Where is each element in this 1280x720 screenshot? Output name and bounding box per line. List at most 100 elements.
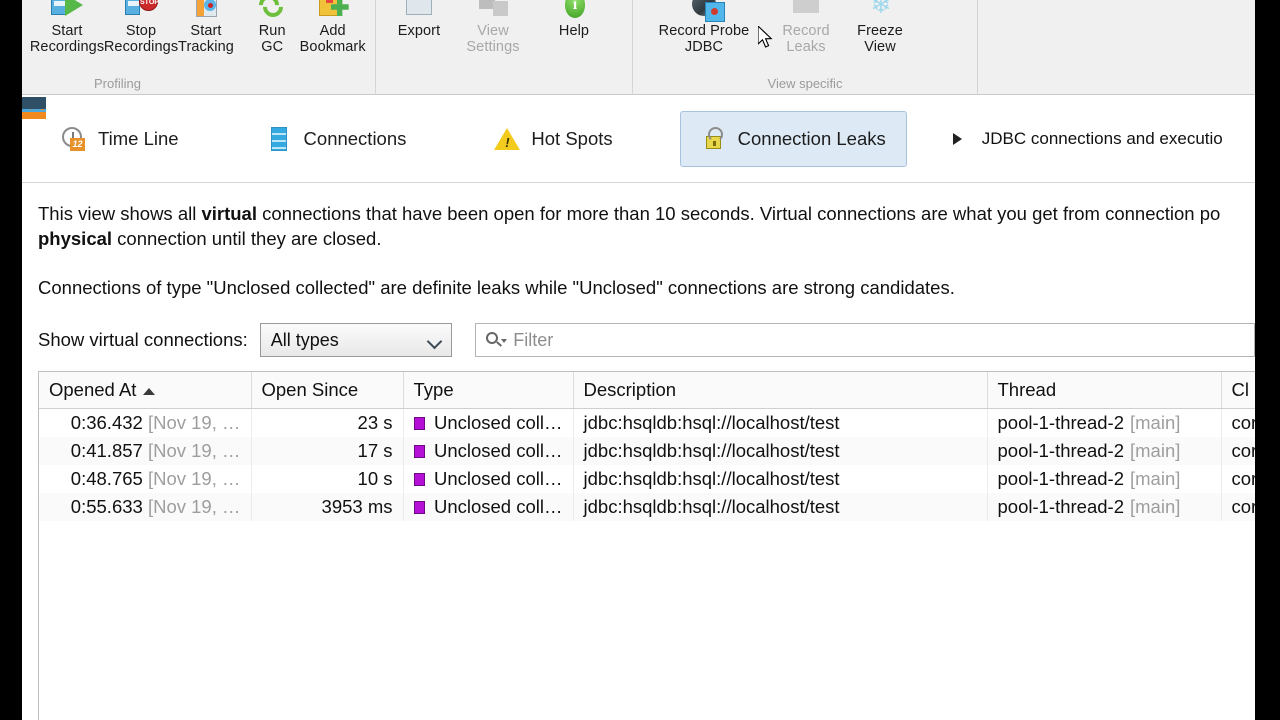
start-recordings-label: Start Recordings [29,23,105,55]
tab-time-line[interactable]: 12 Time Line [40,111,200,167]
view-settings-button[interactable]: View Settings [456,0,530,72]
search-icon [486,331,508,349]
timeline-icon: 12 [61,126,87,152]
column-header-opened-at-label: Opened At [49,379,137,400]
table-row[interactable]: 0:48.765 [Nov 19, … 10 s Unclosed coll… jdb… [39,465,1255,493]
description-line-3: Connections of type "Unclosed collected"… [38,277,955,298]
filter-bar: Show virtual connections: All types Filt… [22,323,1255,357]
desc-1c: connections that have been open for more… [257,203,1221,224]
record-probe-icon [688,0,725,22]
freeze-view-button[interactable]: ❄ Freeze View [843,0,917,72]
cell-thread: pool-1-thread-2 [main] [987,465,1222,493]
ribbon-group-general: Export ViewSettings Help [376,0,633,95]
freeze-view-label: Freeze View [857,23,903,55]
ribbon-group-view-specific: Record Probe JDBC Record Leaks ❄ Freeze Vie… [633,0,978,95]
freeze-view-icon: ❄ [870,0,892,19]
column-header-class-name[interactable]: Cl [1221,372,1255,409]
type-color-swatch [413,472,425,486]
record-leaks-label: Record Leaks [782,23,830,55]
column-header-opened-at[interactable]: Opened At [39,372,252,409]
description-line-2: physical connection until they are close… [38,226,1255,251]
probe-dropdown-arrow-icon[interactable] [952,132,962,145]
start-tracking-icon [190,0,222,22]
cell-thread: pool-1-thread-2 [main] [987,493,1222,521]
table-body: 0:36.432 [Nov 19, … 23 s Unclosed coll… jdb… [39,408,1255,521]
ribbon-group-view-specific-label: View specific [767,76,843,91]
view-tab-bar: 12 Time Line Connections Hot Spots Conne… [22,95,1255,183]
type-color-swatch [413,500,425,514]
view-settings-label: View Settings [466,23,520,55]
table-header-row: Opened At Open Since Type Description Th… [39,372,1255,409]
connection-leaks-icon [701,126,727,152]
start-recordings-icon [51,0,83,22]
column-header-description[interactable]: Description [573,372,988,409]
desc-2b: connection until they are closed. [112,228,382,249]
probe-description: JDBC connections and executio [981,128,1223,148]
cell-opened-at: 0:55.633 [Nov 19, … [39,493,252,521]
record-leaks-button[interactable]: Record Leaks [769,0,843,72]
cell-open-since: 10 s [251,465,404,493]
table-row[interactable]: 0:36.432 [Nov 19, … 23 s Unclosed coll… jdb… [39,408,1255,437]
record-probe-jdbc-button[interactable]: Record Probe JDBC [639,0,769,72]
connection-type-value: All types [270,329,339,350]
tab-connection-leaks[interactable]: Connection Leaks [679,110,907,167]
add-bookmark-button[interactable]: Add Bookmark [296,0,369,72]
cell-description: jdbc:hsqldb:hsql://localhost/test [573,437,988,465]
cell-class-name: cor [1221,437,1255,465]
cell-type: Unclosed coll… [403,465,574,493]
cell-opened-at: 0:36.432 [Nov 19, … [39,408,252,437]
chevron-down-icon [426,333,443,350]
record-leaks-icon [790,0,822,22]
cell-class-name: cor [1221,493,1255,521]
cell-open-since: 3953 ms [251,493,404,521]
cell-description: jdbc:hsqldb:hsql://localhost/test [573,493,988,521]
cell-opened-at: 0:41.857 [Nov 19, … [39,437,252,465]
cell-class-name: cor [1221,465,1255,493]
start-tracking-button[interactable]: Start Tracking [178,0,234,72]
view-description: This view shows all virtual connections … [22,183,1255,300]
filter-input-wrapper[interactable]: Filter [475,323,1255,357]
column-header-thread[interactable]: Thread [987,372,1222,409]
stop-recordings-label: Stop Recordings [103,23,179,55]
cell-type: Unclosed coll… [403,408,574,437]
connection-type-select[interactable]: All types [259,323,453,357]
start-tracking-label: Start Tracking [178,23,234,55]
table-row[interactable]: 0:55.633 [Nov 19, … 3953 ms Unclosed coll…… [39,493,1255,521]
tab-hot-spots[interactable]: Hot Spots [473,111,633,167]
column-header-type[interactable]: Type [403,372,574,409]
cell-opened-at: 0:48.765 [Nov 19, … [39,465,252,493]
table-row[interactable]: 0:41.857 [Nov 19, … 17 s Unclosed coll… jdb… [39,437,1255,465]
ribbon-group-profiling-label: Profiling [94,76,141,91]
ribbon-group-profiling: Start Recordings STOP Stop Recordings St… [24,0,376,95]
add-bookmark-icon [317,0,349,22]
run-gc-label: Run GC [258,23,286,55]
add-bookmark-label: Add Bookmark [299,23,366,55]
desc-1a: This view shows all [38,203,202,224]
record-probe-jdbc-label: Record Probe JDBC [658,23,750,55]
mouse-cursor [758,26,773,48]
show-virtual-connections-label: Show virtual connections: [38,329,248,350]
hotspots-icon [494,126,521,152]
cell-open-since: 17 s [251,437,404,465]
cell-open-since: 23 s [251,408,404,437]
export-button[interactable]: Export [382,0,456,72]
cell-thread: pool-1-thread-2 [main] [987,408,1222,437]
start-recordings-button[interactable]: Start Recordings [30,0,104,72]
help-label: Help [558,23,590,39]
desc-2a: physical [38,228,113,249]
help-button[interactable]: Help [542,0,606,72]
connections-icon [267,126,293,152]
left-letterbox-bar [0,0,22,720]
tab-hot-spots-label: Hot Spots [531,127,613,149]
desc-1b: virtual [201,203,257,224]
ribbon-toolbar: Start Recordings STOP Stop Recordings St… [22,0,1255,95]
tab-connections[interactable]: Connections [246,111,428,167]
stop-recordings-button[interactable]: STOP Stop Recordings [104,0,178,72]
column-header-open-since[interactable]: Open Since [251,372,404,409]
tab-time-line-label: Time Line [98,127,179,149]
tab-connections-label: Connections [303,127,407,149]
description-line-1: This view shows all virtual connections … [38,201,1255,226]
cell-thread: pool-1-thread-2 [main] [987,437,1222,465]
run-gc-button[interactable]: Run GC [248,0,296,72]
jprofiler-window: Start Recordings STOP Stop Recordings St… [22,0,1255,720]
